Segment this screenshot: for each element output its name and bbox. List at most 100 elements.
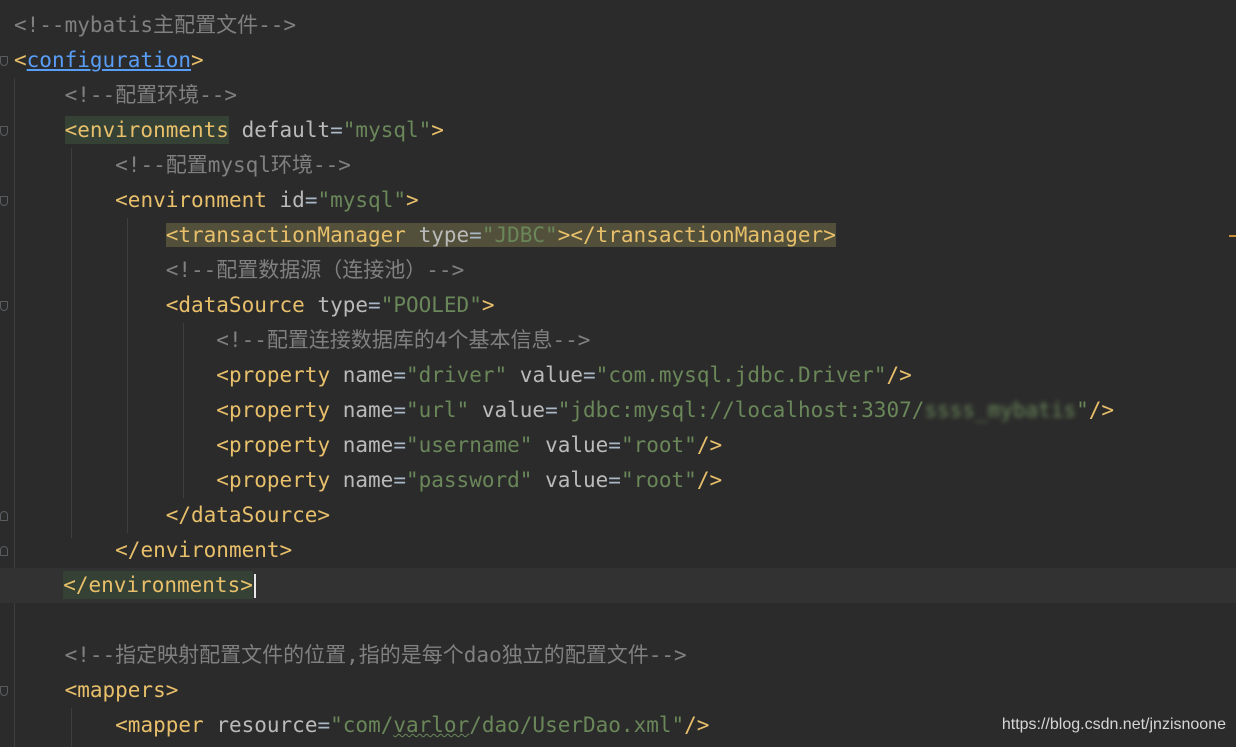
- code-token: ssss_mybatis: [924, 398, 1077, 422]
- code-token: >: [481, 293, 495, 317]
- watermark: https://blog.csdn.net/jnzisnoone: [1001, 716, 1226, 733]
- code-token: "username": [405, 433, 533, 457]
- code-line[interactable]: </environment>: [14, 533, 1236, 568]
- code-line[interactable]: <!--配置数据源（连接池）-->: [14, 253, 1236, 288]
- code-line[interactable]: <configuration>: [14, 43, 1236, 78]
- fold-marker-icon[interactable]: [0, 196, 8, 206]
- code-token: >: [191, 48, 204, 72]
- warning-stripe-marker[interactable]: [1229, 235, 1236, 237]
- code-token: <!--配置连接数据库的4个基本信息-->: [216, 328, 591, 352]
- code-token: id: [279, 188, 305, 212]
- code-line[interactable]: <!--配置环境-->: [14, 78, 1236, 113]
- code-token: type: [418, 223, 470, 247]
- code-token: <property: [216, 398, 331, 422]
- code-line[interactable]: <property name="driver" value="com.mysql…: [14, 358, 1236, 393]
- code-line[interactable]: <!--配置连接数据库的4个基本信息-->: [14, 323, 1236, 358]
- code-token: =: [393, 468, 406, 492]
- code-token: />: [684, 713, 710, 737]
- fold-marker-icon[interactable]: [0, 56, 8, 66]
- code-token: type: [317, 293, 369, 317]
- code-token: <mapper: [115, 713, 204, 737]
- editor-gutter: [0, 0, 12, 747]
- fold-marker-icon[interactable]: [0, 546, 8, 556]
- code-line[interactable]: <property name="password" value="root"/>: [14, 463, 1236, 498]
- code-token: =: [368, 293, 381, 317]
- code-token: <!--配置环境-->: [64, 83, 238, 107]
- code-token: name: [342, 363, 394, 387]
- code-token: =: [330, 118, 343, 142]
- code-token: </dataSource>: [165, 503, 331, 527]
- code-token: "com.mysql.jdbc.Driver": [595, 363, 887, 387]
- code-token: value: [545, 468, 609, 492]
- code-token: <transactionManager: [165, 223, 406, 247]
- code-token: varlor: [393, 713, 470, 737]
- code-token: <mappers>: [64, 678, 179, 702]
- code-token: <environments: [64, 116, 229, 144]
- code-line[interactable]: <!--mybatis主配置文件-->: [14, 8, 1236, 43]
- text-caret: [253, 574, 256, 598]
- fold-marker-icon[interactable]: [0, 511, 8, 521]
- code-token: =: [317, 713, 331, 737]
- code-token: <!--配置mysql环境-->: [115, 153, 351, 177]
- code-token: =: [545, 398, 558, 422]
- code-token: =: [608, 433, 621, 457]
- code-token: =: [393, 433, 406, 457]
- code-line[interactable]: <transactionManager type="JDBC"></transa…: [14, 218, 1236, 253]
- code-line[interactable]: <property name="url" value="jdbc:mysql:/…: [14, 393, 1236, 428]
- code-token: configuration: [26, 48, 192, 72]
- code-token: "POOLED": [380, 293, 482, 317]
- code-token: ": [1076, 398, 1089, 422]
- code-line[interactable]: </dataSource>: [14, 498, 1236, 533]
- code-token: value: [519, 363, 584, 387]
- code-line[interactable]: [14, 603, 1236, 638]
- code-line[interactable]: <mappers>: [14, 673, 1236, 708]
- fold-marker-icon[interactable]: [0, 686, 8, 696]
- code-token: <environment: [115, 188, 267, 212]
- fold-marker-icon[interactable]: [0, 301, 8, 311]
- code-token: />: [886, 363, 912, 387]
- code-line[interactable]: </environments>: [0, 568, 1236, 603]
- code-token: <property: [216, 433, 331, 457]
- code-token: <property: [216, 468, 331, 492]
- code-line[interactable]: <environment id="mysql">: [14, 183, 1236, 218]
- code-token: <: [14, 48, 27, 72]
- fold-marker-icon[interactable]: [0, 126, 8, 136]
- code-token: =: [583, 363, 596, 387]
- code-token: name: [342, 398, 394, 422]
- code-line[interactable]: <property name="username" value="root"/>: [14, 428, 1236, 463]
- code-token: </environments>: [63, 571, 253, 599]
- code-token: />: [696, 433, 723, 457]
- code-line[interactable]: <!--指定映射配置文件的位置,指的是每个dao独立的配置文件-->: [14, 638, 1236, 673]
- code-line[interactable]: <dataSource type="POOLED">: [14, 288, 1236, 323]
- code-token: "password": [405, 468, 533, 492]
- code-token: =: [393, 363, 406, 387]
- code-token: <!--配置数据源（连接池）-->: [165, 258, 465, 282]
- code-token: </environment>: [115, 538, 293, 562]
- code-line[interactable]: <!--配置mysql环境-->: [14, 148, 1236, 183]
- code-token: =: [393, 398, 406, 422]
- code-token: =: [304, 188, 318, 212]
- code-line[interactable]: <environments default="mysql">: [14, 113, 1236, 148]
- code-token: "root": [620, 468, 697, 492]
